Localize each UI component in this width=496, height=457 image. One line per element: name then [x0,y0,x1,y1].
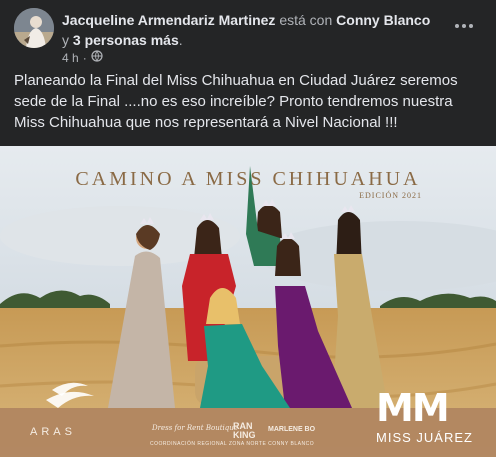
miss-juarez-logo: MISS JUÁREZ [376,430,473,445]
post-text: Planeando la Final del Miss Chihuahua en… [14,72,458,131]
photo-footer: ARAS Dress for Rent Boutique RAN KING MA… [0,386,496,457]
post-byline: Jacqueline Armendariz Martinez está con … [62,10,442,50]
post-time[interactable]: 4 h [62,51,79,65]
ranking-logo-text: RAN KING [233,422,256,440]
with-word: está con [279,12,333,28]
photo-edition: EDICIÓN 2021 [359,191,422,200]
others-link[interactable]: 3 personas más [73,32,179,48]
post-meta: 4 h · [62,50,103,65]
post-header: Jacqueline Armendariz Martinez está con … [14,8,484,65]
marlene-logo-text: MARLENE BO [268,426,316,433]
author-name[interactable]: Jacqueline Armendariz Martinez [62,12,275,28]
and-word: y [62,32,69,48]
tagged-name[interactable]: Conny Blanco [336,12,430,28]
meta-dot: · [82,50,87,65]
ranking-bottom: KING [233,430,256,440]
byline-period: . [178,32,183,48]
post-card: Jacqueline Armendariz Martinez está con … [0,0,496,457]
post-photo[interactable]: CAMINO A MISS CHIHUAHUA EDICIÓN 2021 ARA… [0,146,496,457]
dress-logo-text: Dress for Rent Boutique [152,424,238,432]
avatar[interactable] [14,8,54,48]
more-options-icon[interactable] [450,12,478,40]
coordination-text: COORDINACIÓN REGIONAL ZONA NORTE CONNY B… [150,441,315,447]
photo-title: CAMINO A MISS CHIHUAHUA [75,168,421,190]
aras-logo-text: ARAS [30,426,76,438]
globe-icon [91,50,103,65]
mm-logo: MM [376,386,450,430]
